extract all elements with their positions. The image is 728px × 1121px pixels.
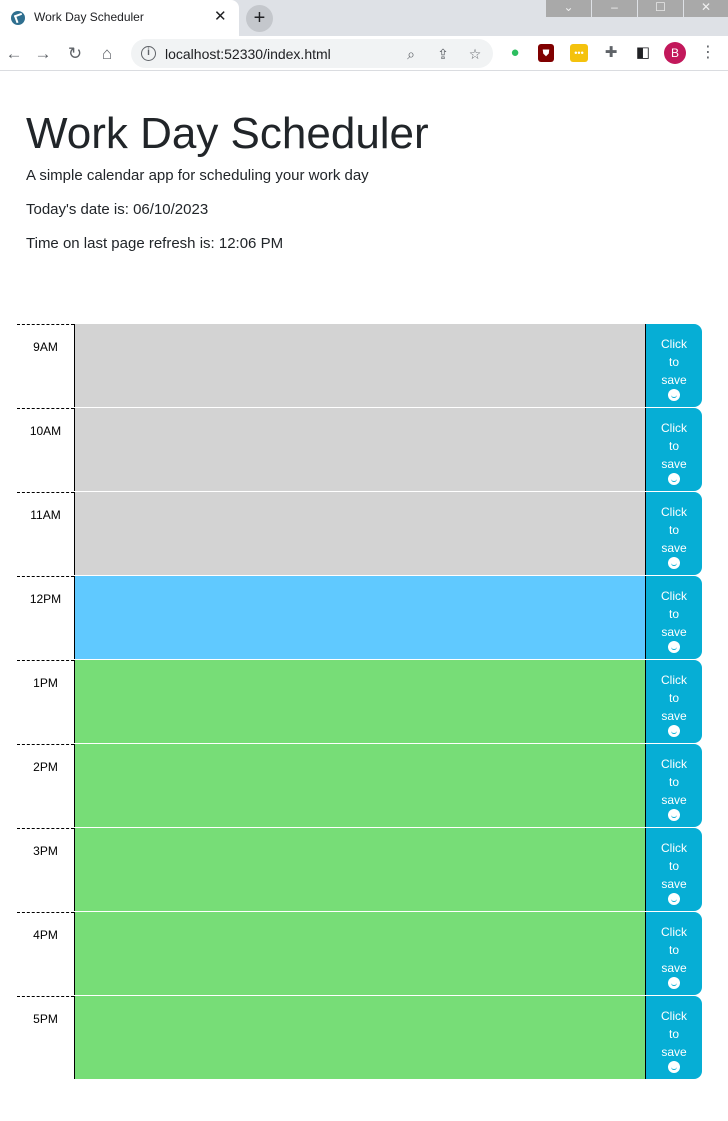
bookmark-star-icon[interactable]: ☆ xyxy=(465,44,485,64)
save-button-label: Click to save xyxy=(661,925,687,975)
save-icon xyxy=(668,1061,680,1073)
tab-search-icon[interactable]: ⌄ xyxy=(546,0,591,17)
save-button[interactable]: Click to save xyxy=(645,492,702,575)
save-button-label: Click to save xyxy=(661,1009,687,1059)
hour-label: 1PM xyxy=(17,660,74,744)
save-icon xyxy=(668,557,680,569)
save-button-label: Click to save xyxy=(661,841,687,891)
page-title: Work Day Scheduler xyxy=(26,109,429,158)
save-button[interactable]: Click to save xyxy=(645,324,702,407)
save-button[interactable]: Click to save xyxy=(645,576,702,659)
save-icon xyxy=(668,809,680,821)
save-button[interactable]: Click to save xyxy=(645,828,702,911)
page-subtitle: A simple calendar app for scheduling you… xyxy=(26,167,369,184)
hour-label: 9AM xyxy=(17,324,74,408)
save-icon xyxy=(668,977,680,989)
last-refresh-time: Time on last page refresh is: 12:06 PM xyxy=(26,235,284,252)
time-block: 12PM Click to save xyxy=(17,576,703,660)
close-window-icon[interactable]: ✕ xyxy=(684,0,728,17)
save-button[interactable]: Click to save xyxy=(645,744,702,827)
time-block: 10AM Click to save xyxy=(17,408,703,492)
save-icon xyxy=(668,725,680,737)
save-button-label: Click to save xyxy=(661,421,687,471)
tab-title: Work Day Scheduler xyxy=(34,10,144,24)
browser-menu-icon[interactable]: ⋮ xyxy=(700,43,716,63)
event-description-input[interactable] xyxy=(74,324,646,407)
time-block: 5PM Click to save xyxy=(17,996,703,1080)
event-description-input[interactable] xyxy=(74,828,646,911)
share-icon[interactable]: ⇪ xyxy=(433,44,453,64)
current-date: Today's date is: 06/10/2023 xyxy=(26,201,209,218)
browser-toolbar: ← → ↻ ⌂ i localhost:52330/index.html ⌕ ⇪… xyxy=(0,36,728,71)
hour-label: 4PM xyxy=(17,912,74,996)
new-tab-button[interactable]: + xyxy=(246,5,273,32)
save-icon xyxy=(668,389,680,401)
site-info-icon[interactable]: i xyxy=(141,46,156,61)
event-description-input[interactable] xyxy=(74,492,646,575)
profile-avatar[interactable]: B xyxy=(664,42,686,64)
hour-label: 2PM xyxy=(17,744,74,828)
schedule-container: 9AM Click to save 10AM Click to save 11A… xyxy=(17,324,703,1080)
ublock-extension-icon[interactable]: ⛊ xyxy=(538,44,554,62)
event-description-input[interactable] xyxy=(74,996,646,1079)
save-button[interactable]: Click to save xyxy=(645,408,702,491)
time-block: 1PM Click to save xyxy=(17,660,703,744)
side-panel-icon[interactable]: ◧ xyxy=(634,44,652,62)
hour-label: 5PM xyxy=(17,996,74,1080)
time-block: 9AM Click to save xyxy=(17,324,703,408)
site-favicon-icon xyxy=(11,11,25,25)
address-bar[interactable]: i localhost:52330/index.html ⌕ ⇪ ☆ xyxy=(131,39,493,68)
save-button-label: Click to save xyxy=(661,757,687,807)
save-button[interactable]: Click to save xyxy=(645,660,702,743)
forward-arrow-icon[interactable]: → xyxy=(32,43,54,65)
save-button-label: Click to save xyxy=(661,337,687,387)
save-icon xyxy=(668,641,680,653)
home-icon[interactable]: ⌂ xyxy=(96,43,118,65)
extensions-puzzle-icon[interactable]: ✚ xyxy=(602,44,620,62)
time-block: 4PM Click to save xyxy=(17,912,703,996)
save-icon xyxy=(668,893,680,905)
address-url[interactable]: localhost:52330/index.html xyxy=(165,46,331,62)
back-arrow-icon[interactable]: ← xyxy=(3,43,25,65)
time-block: 3PM Click to save xyxy=(17,828,703,912)
hour-label: 3PM xyxy=(17,828,74,912)
minimize-window-icon[interactable]: – xyxy=(592,0,637,17)
maximize-window-icon[interactable]: ☐ xyxy=(638,0,683,17)
reload-icon[interactable]: ↻ xyxy=(64,43,86,65)
save-icon xyxy=(668,473,680,485)
save-button-label: Click to save xyxy=(661,589,687,639)
hour-label: 11AM xyxy=(17,492,74,576)
hour-label: 12PM xyxy=(17,576,74,660)
time-block: 2PM Click to save xyxy=(17,744,703,828)
save-button-label: Click to save xyxy=(661,505,687,555)
event-description-input[interactable] xyxy=(74,744,646,827)
save-button-label: Click to save xyxy=(661,673,687,723)
page-header: Work Day Scheduler A simple calendar app… xyxy=(26,108,706,254)
event-description-input[interactable] xyxy=(74,660,646,743)
event-description-input[interactable] xyxy=(74,576,646,659)
tab-strip: Work Day Scheduler ✕ + ⌄ – ☐ ✕ xyxy=(0,0,728,36)
event-description-input[interactable] xyxy=(74,912,646,995)
hour-label: 10AM xyxy=(17,408,74,492)
password-extension-icon[interactable]: ••• xyxy=(570,44,588,62)
save-button[interactable]: Click to save xyxy=(645,996,702,1079)
browser-tab[interactable]: Work Day Scheduler ✕ xyxy=(0,0,239,36)
close-tab-icon[interactable]: ✕ xyxy=(214,8,227,26)
evernote-extension-icon[interactable]: ● xyxy=(506,44,524,62)
save-button[interactable]: Click to save xyxy=(645,912,702,995)
time-block: 11AM Click to save xyxy=(17,492,703,576)
zoom-icon[interactable]: ⌕ xyxy=(401,44,421,64)
event-description-input[interactable] xyxy=(74,408,646,491)
